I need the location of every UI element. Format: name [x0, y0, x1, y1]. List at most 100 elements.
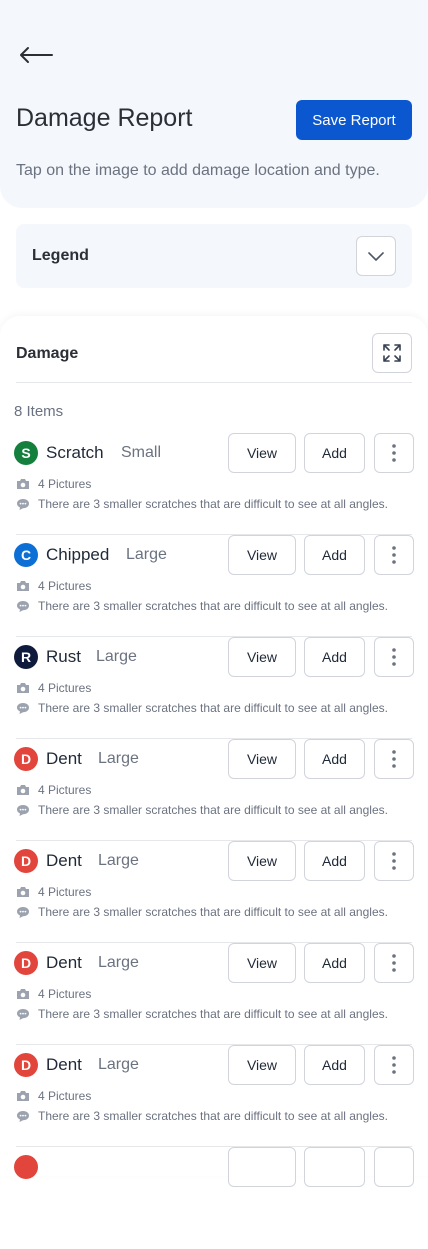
damage-type-badge: S [14, 441, 38, 465]
note-text: There are 3 smaller scratches that are d… [38, 1109, 388, 1123]
view-button[interactable]: View [228, 841, 296, 881]
view-button[interactable] [228, 1147, 296, 1187]
add-button[interactable]: Add [304, 1045, 365, 1085]
add-button[interactable]: Add [304, 535, 365, 575]
damage-item [0, 1147, 428, 1249]
view-button[interactable]: View [228, 1045, 296, 1085]
comment-icon [17, 804, 29, 816]
add-button[interactable]: Add [304, 433, 365, 473]
pictures-count: 4 Pictures [38, 885, 92, 899]
damage-type-badge: C [14, 543, 38, 567]
add-button[interactable]: Add [304, 637, 365, 677]
comment-icon [17, 1008, 29, 1020]
damage-type-label: Chipped [46, 545, 110, 564]
more-options-button[interactable] [374, 943, 414, 983]
more-options-button[interactable] [374, 1045, 414, 1085]
pictures-count: 4 Pictures [38, 579, 92, 593]
comment-icon [17, 498, 29, 510]
note-info: There are 3 smaller scratches that are d… [16, 1007, 388, 1021]
damage-item: S Scratch Small View Add 4 Pictures Ther… [0, 433, 428, 535]
camera-icon [17, 581, 29, 591]
damage-type-badge: D [14, 1053, 38, 1077]
more-vertical-icon [392, 852, 396, 870]
damage-list: S Scratch Small View Add 4 Pictures Ther… [0, 433, 428, 1249]
add-button[interactable]: Add [304, 841, 365, 881]
damage-type-badge: D [14, 849, 38, 873]
camera-icon [17, 785, 29, 795]
legend-toggle-button[interactable] [356, 236, 396, 276]
more-options-button[interactable] [374, 841, 414, 881]
damage-type-label: Scratch [46, 443, 104, 462]
pictures-count: 4 Pictures [38, 783, 92, 797]
pictures-info: 4 Pictures [16, 1089, 91, 1103]
damage-type-label: Dent [46, 1055, 82, 1074]
more-options-button[interactable] [374, 739, 414, 779]
chevron-down-icon [368, 252, 384, 261]
comment-icon [17, 600, 29, 612]
camera-icon [17, 989, 29, 999]
more-vertical-icon [392, 648, 396, 666]
save-report-button[interactable]: Save Report [296, 100, 412, 140]
damage-type-label: Dent [46, 749, 82, 768]
note-info: There are 3 smaller scratches that are d… [16, 803, 388, 817]
more-options-button[interactable] [374, 637, 414, 677]
view-button[interactable]: View [228, 739, 296, 779]
pictures-info: 4 Pictures [16, 987, 91, 1001]
more-options-button[interactable] [374, 433, 414, 473]
view-button[interactable]: View [228, 535, 296, 575]
view-button[interactable]: View [228, 637, 296, 677]
more-vertical-icon [392, 750, 396, 768]
damage-size-label: Large [98, 954, 139, 971]
note-text: There are 3 smaller scratches that are d… [38, 497, 388, 511]
damage-size-label: Large [96, 648, 137, 665]
comment-icon [17, 702, 29, 714]
note-text: There are 3 smaller scratches that are d… [38, 803, 388, 817]
note-info: There are 3 smaller scratches that are d… [16, 905, 388, 919]
more-vertical-icon [392, 954, 396, 972]
damage-item: C Chipped Large View Add 4 Pictures Ther… [0, 535, 428, 637]
more-options-button[interactable] [374, 1147, 414, 1187]
pictures-info: 4 Pictures [16, 579, 91, 593]
note-text: There are 3 smaller scratches that are d… [38, 1007, 388, 1021]
header: Damage Report Save Report Tap on the ima… [0, 0, 428, 208]
camera-icon [17, 479, 29, 489]
note-info: There are 3 smaller scratches that are d… [16, 599, 388, 613]
damage-item: D Dent Large View Add 4 Pictures There a… [0, 739, 428, 841]
pictures-info: 4 Pictures [16, 477, 91, 491]
view-button[interactable]: View [228, 433, 296, 473]
pictures-info: 4 Pictures [16, 783, 91, 797]
more-options-button[interactable] [374, 535, 414, 575]
camera-icon [17, 1091, 29, 1101]
damage-type-badge: D [14, 951, 38, 975]
damage-type-label: Rust [46, 647, 81, 666]
pictures-count: 4 Pictures [38, 1089, 92, 1103]
pictures-count: 4 Pictures [38, 477, 92, 491]
damage-type-label: Dent [46, 953, 82, 972]
page-subtitle: Tap on the image to add damage location … [16, 162, 380, 179]
more-vertical-icon [392, 546, 396, 564]
damage-item: D Dent Large View Add 4 Pictures There a… [0, 943, 428, 1045]
add-button[interactable]: Add [304, 943, 365, 983]
item-count: 8 Items [14, 403, 64, 420]
back-button[interactable] [18, 40, 54, 70]
pictures-info: 4 Pictures [16, 681, 91, 695]
divider [16, 382, 412, 383]
damage-size-label: Large [126, 546, 167, 563]
add-button[interactable] [304, 1147, 365, 1187]
note-info: There are 3 smaller scratches that are d… [16, 497, 388, 511]
camera-icon [17, 683, 29, 693]
comment-icon [17, 906, 29, 918]
note-text: There are 3 smaller scratches that are d… [38, 905, 388, 919]
note-info: There are 3 smaller scratches that are d… [16, 1109, 388, 1123]
damage-item: D Dent Large View Add 4 Pictures There a… [0, 1045, 428, 1147]
view-button[interactable]: View [228, 943, 296, 983]
damage-panel: Damage 8 Items S Scratch Small View Add … [0, 316, 428, 1187]
legend-panel[interactable]: Legend [16, 224, 412, 288]
add-button[interactable]: Add [304, 739, 365, 779]
note-text: There are 3 smaller scratches that are d… [38, 599, 388, 613]
expand-button[interactable] [372, 333, 412, 373]
camera-icon [17, 887, 29, 897]
note-text: There are 3 smaller scratches that are d… [38, 701, 388, 715]
damage-size-label: Large [98, 750, 139, 767]
more-vertical-icon [392, 444, 396, 462]
